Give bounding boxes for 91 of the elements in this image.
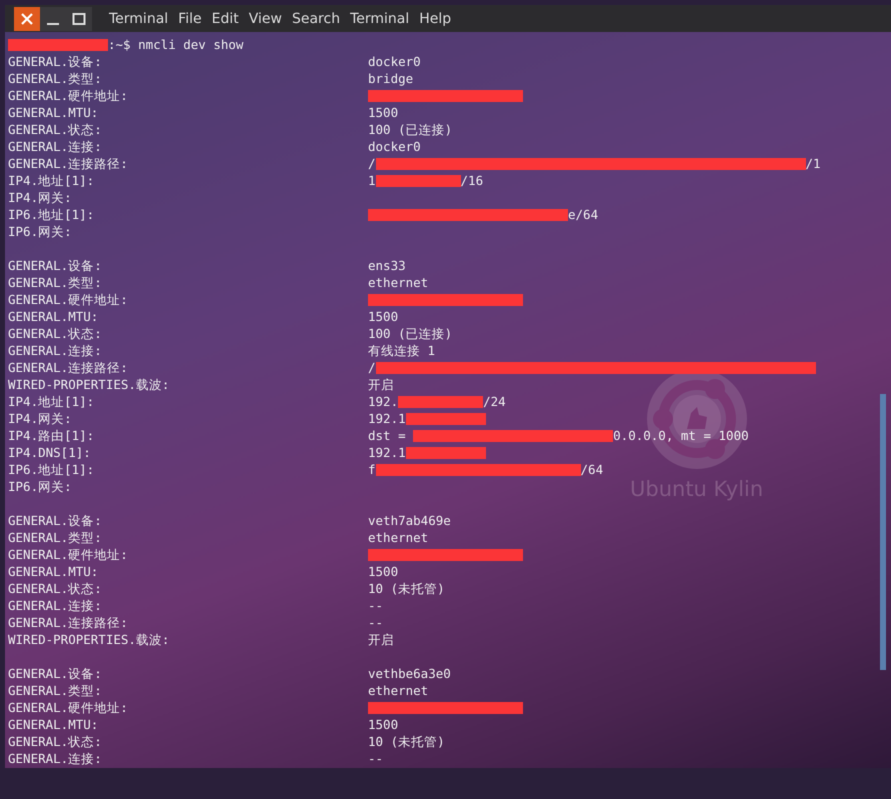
property-name: GENERAL.状态:: [8, 733, 103, 750]
property-name: GENERAL.连接:: [8, 597, 103, 614]
property-value: 100 (已连接): [368, 121, 452, 138]
property-name: GENERAL.MTU:: [8, 308, 100, 325]
property-name: GENERAL.硬件地址:: [8, 699, 129, 716]
property-value: 192.1: [368, 444, 406, 461]
property-name: IP4.网关:: [8, 410, 73, 427]
property-name: IP4.路由[1]:: [8, 427, 96, 444]
property-name: GENERAL.硬件地址:: [8, 546, 129, 563]
property-value: dst =: [368, 427, 407, 444]
property-name: IP4.网关:: [8, 189, 73, 206]
property-value: 192.1: [368, 410, 406, 427]
property-name: GENERAL.类型:: [8, 682, 103, 699]
property-name: GENERAL.连接:: [8, 138, 103, 155]
property-value: e/64: [568, 206, 598, 223]
property-value: 1500: [368, 716, 398, 733]
property-value: bridge: [368, 70, 414, 87]
menu-item[interactable]: Edit: [206, 10, 244, 26]
property-value: /24: [483, 393, 506, 410]
property-name: GENERAL.类型:: [8, 70, 103, 87]
property-value: 开启: [368, 376, 394, 393]
property-name: GENERAL.硬件地址:: [8, 87, 129, 104]
scrollbar[interactable]: [880, 394, 886, 670]
property-name: GENERAL.连接路径:: [8, 155, 129, 172]
property-name: GENERAL.MTU:: [8, 104, 100, 121]
property-value: 1500: [368, 563, 398, 580]
property-value: 1: [368, 172, 376, 189]
maximize-icon: [72, 12, 86, 26]
property-value: --: [368, 614, 384, 631]
property-value: docker0: [368, 138, 421, 155]
property-value: --: [368, 597, 384, 614]
property-name: GENERAL.类型:: [8, 529, 103, 546]
close-button[interactable]: [14, 6, 40, 30]
property-name: IP4.地址[1]:: [8, 393, 96, 410]
property-value: /: [368, 155, 376, 172]
property-name: GENERAL.MTU:: [8, 716, 100, 733]
property-value: /1: [806, 155, 821, 172]
property-name: IP6.地址[1]:: [8, 461, 96, 478]
property-value: ethernet: [368, 682, 428, 699]
property-name: GENERAL.状态:: [8, 325, 103, 342]
property-value: 100 (已连接): [368, 325, 452, 342]
maximize-button[interactable]: [66, 6, 92, 30]
property-value: /16: [460, 172, 484, 189]
property-value: vethbe6a3e0: [368, 665, 451, 682]
menu-item[interactable]: File: [173, 10, 207, 26]
property-value: ethernet: [368, 529, 428, 546]
property-name: GENERAL.连接:: [8, 750, 103, 767]
property-name: GENERAL.设备:: [8, 257, 103, 274]
property-name: GENERAL.连接路径:: [8, 614, 129, 631]
property-value: 0.0.0.0, mt = 1000: [613, 427, 749, 444]
property-name: GENERAL.类型:: [8, 274, 103, 291]
property-name: IP6.网关:: [8, 223, 73, 240]
property-name: GENERAL.状态:: [8, 580, 103, 597]
property-name: GENERAL.设备:: [8, 512, 103, 529]
menu-item[interactable]: Help: [414, 10, 456, 26]
minimize-button[interactable]: [40, 6, 66, 30]
property-name: WIRED-PROPERTIES.载波:: [8, 376, 170, 393]
menu-item[interactable]: Search: [286, 10, 346, 26]
property-value: 192.: [368, 393, 398, 410]
property-value: /64: [580, 461, 604, 478]
property-name: IP6.网关:: [8, 478, 73, 495]
property-value: ethernet: [368, 274, 428, 291]
menu-item[interactable]: Terminal: [104, 10, 174, 26]
property-name: GENERAL.连接路径:: [8, 359, 129, 376]
property-name: IP4.地址[1]:: [8, 172, 96, 189]
property-name: WIRED-PROPERTIES.载波:: [8, 631, 170, 648]
command-line: :~$ nmcli dev show: [8, 36, 891, 53]
property-value: 1500: [368, 308, 398, 325]
property-name: GENERAL.设备:: [8, 665, 103, 682]
property-name: GENERAL.MTU:: [8, 563, 100, 580]
property-value: /: [368, 359, 376, 376]
menu-item[interactable]: View: [244, 10, 287, 26]
property-value: docker0: [368, 53, 421, 70]
property-value: 1500: [368, 104, 398, 121]
minimize-icon: [47, 22, 59, 24]
property-name: GENERAL.设备:: [8, 53, 103, 70]
property-name: GENERAL.硬件地址:: [8, 291, 129, 308]
property-value: veth7ab469e: [368, 512, 451, 529]
property-name: GENERAL.连接:: [8, 342, 103, 359]
property-name: GENERAL.状态:: [8, 121, 103, 138]
property-value: ens33: [368, 257, 406, 274]
property-value: 10 (未托管): [368, 733, 445, 750]
property-value: 10 (未托管): [368, 580, 445, 597]
property-name: IP4.DNS[1]:: [8, 444, 92, 461]
property-value: 有线连接 1: [368, 342, 436, 359]
close-icon: [20, 12, 34, 26]
property-value: --: [368, 750, 384, 767]
property-name: IP6.地址[1]:: [8, 206, 96, 223]
property-value: 开启: [368, 631, 394, 648]
menu-item[interactable]: Terminal: [345, 10, 414, 26]
property-value: f: [368, 461, 376, 478]
